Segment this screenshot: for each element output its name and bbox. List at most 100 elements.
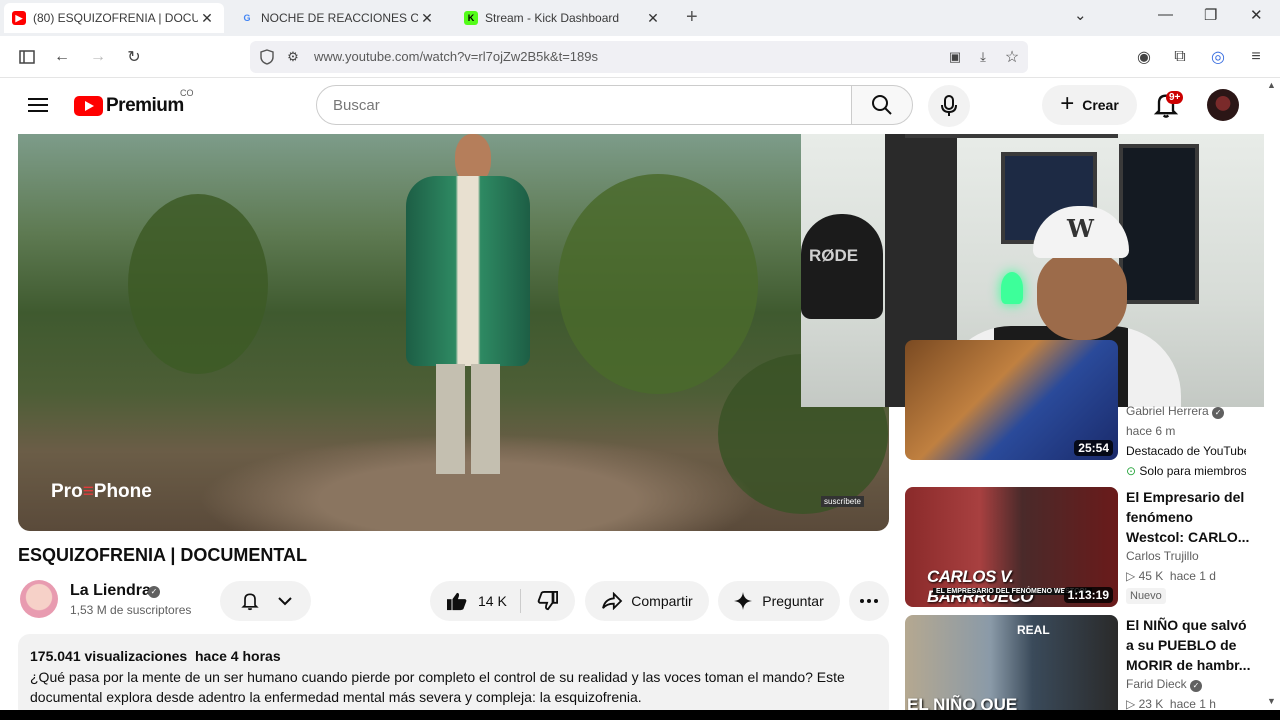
thumbs-down-icon [537,591,558,611]
subscriber-count: 1,53 M de suscriptores [70,603,192,617]
related-video-3[interactable]: REAL EL NIÑO QUE El NIÑO que salvó a su … [905,615,1260,710]
video-stats: ▷ 23 K hace 1 h [1126,697,1216,710]
video-stats: ▷ 45 K hace 1 d [1126,569,1216,583]
thumbnail-partial [905,134,1118,138]
close-window-icon[interactable]: ✕ [1250,6,1263,24]
reload-icon[interactable]: ↻ [123,46,145,68]
voice-search-button[interactable] [928,85,970,127]
browser-tab-bar: ▶ (80) ESQUIZOFRENIA | DOCUMENTAL ✕ G NO… [0,0,1280,36]
watermark-prophone: Pro≡Phone [51,481,152,502]
video-title[interactable]: El Empresario del fenómeno Westcol: CARL… [1126,487,1254,547]
chevron-down-icon [277,597,292,606]
tab-youtube[interactable]: ▶ (80) ESQUIZOFRENIA | DOCUMENTAL ✕ [4,3,224,33]
page-scrollbar[interactable] [1264,78,1280,710]
more-actions-button[interactable] [849,581,889,621]
picture-in-picture-icon[interactable]: ▣ [944,46,966,68]
user-avatar[interactable] [1207,89,1239,121]
youtube-header: Premium CO Buscar + Crear 9+ [0,78,1264,134]
subscription-bell-button[interactable] [220,581,311,621]
subscribe-watermark: suscríbete [821,496,864,507]
sidebar-toggle-icon[interactable] [16,46,38,68]
ask-label: Preguntar [762,593,824,609]
tab-kick[interactable]: K Stream - Kick Dashboard ✕ [456,3,670,33]
description-box[interactable]: 175.041 visualizaciones hace 4 horas ¿Qu… [18,634,889,720]
video-title[interactable]: El NIÑO que salvó a su PUEBLO de MORIR d… [1126,615,1254,675]
extensions-icon[interactable]: ⧉ [1169,46,1191,68]
like-dislike-group: 14 K [430,581,575,621]
kick-icon: K [464,11,478,25]
featured-label: Destacado de YouTube [1126,444,1246,458]
share-button[interactable]: Compartir [585,581,709,621]
create-button[interactable]: + Crear [1042,85,1137,125]
close-tab-icon[interactable]: ✕ [418,10,436,27]
channel-name: Farid Dieck ✓ [1126,677,1203,692]
description-text: ¿Qué pasa por la mente de un ser humano … [30,669,845,705]
url-text[interactable]: www.youtube.com/watch?v=rl7ojZw2B5k&t=18… [314,49,598,64]
video-thumbnail[interactable]: REAL EL NIÑO QUE [905,615,1118,710]
related-video-1[interactable]: 25:54 Gabriel Herrera ✓ hace 6 m Destaca… [905,340,1260,478]
tab-title: Stream - Kick Dashboard [485,11,620,25]
bell-icon [240,593,259,611]
notifications-badge: 9+ [1166,91,1184,104]
google-icon: G [243,13,251,23]
video-thumbnail[interactable]: 25:54 [905,340,1118,460]
shield-icon[interactable] [256,46,278,68]
channel-avatar[interactable] [20,580,58,618]
scroll-up-arrow-icon[interactable]: ▲ [1267,80,1276,90]
site-settings-icon[interactable]: ⚙ [282,46,304,68]
share-arrow-icon [602,592,623,610]
thumbs-up-icon [447,592,467,611]
share-label: Compartir [631,593,693,609]
bookmark-star-icon[interactable]: ☆ [1001,46,1023,68]
upload-age: hace 4 horas [195,648,281,664]
menu-icon[interactable]: ≡ [1245,46,1267,68]
channel-name: Gabriel Herrera ✓ [1126,404,1225,419]
like-count: 14 K [478,593,507,609]
back-icon[interactable]: ← [51,46,73,68]
verified-check-icon: ✓ [148,586,160,598]
video-duration: 1:13:19 [1063,587,1113,603]
like-button[interactable]: 14 K [430,591,520,611]
verified-check-icon: ✓ [1212,407,1225,419]
hamburger-menu-icon[interactable] [28,96,48,119]
extension-circle-icon[interactable]: ◎ [1207,46,1229,68]
scroll-down-arrow-icon[interactable]: ▼ [1267,696,1276,706]
save-to-pocket-icon[interactable]: ⤓ [972,46,994,68]
close-tab-icon[interactable]: ✕ [644,10,662,27]
search-input[interactable]: Buscar [316,85,852,125]
logo-text: Premium [106,95,184,116]
minimize-icon[interactable]: — [1158,6,1173,23]
more-horizontal-icon [860,599,878,603]
search-icon [872,95,892,115]
members-only-label: ⊙ Solo para miembros [1126,464,1246,478]
tab-title: (80) ESQUIZOFRENIA | DOCUMENTAL [33,11,198,25]
forward-icon[interactable]: → [87,46,109,68]
video-thumbnail[interactable]: CARLOS V. BARRRUECO EL EMPRESARIO DEL FE… [905,487,1118,607]
channel-name: Carlos Trujillo [1126,549,1199,563]
sparkle-icon [734,592,753,610]
youtube-premium-logo[interactable]: Premium CO [74,88,194,117]
channel-name[interactable]: La Liendra [70,582,151,600]
mic-brand: RØDE [809,246,859,265]
neon-palm-light [1001,272,1023,304]
new-tab-button[interactable]: + [686,6,698,29]
tab-google[interactable]: G NOCHE DE REACCIONES COMO ✕ [232,3,444,33]
restore-icon[interactable]: ❐ [1204,6,1217,24]
country-code: CO [180,88,194,98]
account-icon[interactable]: ◉ [1133,46,1155,68]
person-jacket [406,176,530,366]
address-bar[interactable]: ⚙ www.youtube.com/watch?v=rl7ojZw2B5k&t=… [250,41,1028,73]
search-placeholder: Buscar [333,97,380,114]
create-label: Crear [1082,97,1119,113]
video-player[interactable]: Pro≡Phone suscríbete [18,134,889,531]
thumbnail-text: EL NIÑO QUE [907,695,1018,710]
youtube-icon: ▶ [12,11,26,25]
pop-filter [801,214,883,319]
dislike-button[interactable] [521,591,575,611]
ask-button[interactable]: Preguntar [718,581,840,621]
search-button[interactable] [851,85,913,125]
close-tab-icon[interactable]: ✕ [198,10,216,27]
related-video-2[interactable]: CARLOS V. BARRRUECO EL EMPRESARIO DEL FE… [905,487,1260,607]
doorway [1119,144,1199,304]
tab-list-icon[interactable]: ⌄ [1074,6,1087,24]
